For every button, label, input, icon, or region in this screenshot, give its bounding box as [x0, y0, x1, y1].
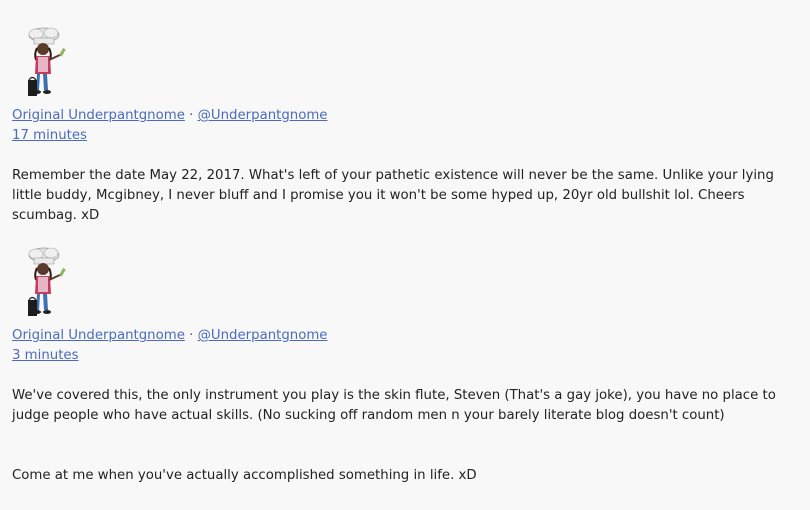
post-paragraph: We've covered this, the only instrument … [12, 388, 776, 423]
meta-separator: · [189, 328, 194, 343]
chef-gnome-avatar-icon[interactable] [16, 26, 76, 102]
comment-post: Original Underpantgnome · @Underpantgnom… [12, 246, 802, 486]
author-handle-link[interactable]: @Underpantgnome [198, 108, 328, 123]
author-name-link[interactable]: Original Underpantgnome [12, 108, 185, 123]
timestamp-link[interactable]: 3 minutes [12, 348, 79, 363]
chef-gnome-avatar-icon[interactable] [16, 246, 76, 322]
timestamp-link[interactable]: 17 minutes [12, 128, 87, 143]
post-meta: Original Underpantgnome · @Underpantgnom… [12, 106, 802, 126]
meta-separator: · [189, 108, 194, 123]
post-paragraph: Remember the date May 22, 2017. What's l… [12, 168, 774, 223]
post-paragraph: Come at me when you've actually accompli… [12, 468, 477, 483]
post-timestamp: 3 minutes [12, 346, 802, 366]
post-meta: Original Underpantgnome · @Underpantgnom… [12, 326, 802, 346]
comment-post: Original Underpantgnome · @Underpantgnom… [12, 26, 802, 226]
author-handle-link[interactable]: @Underpantgnome [198, 328, 328, 343]
author-name-link[interactable]: Original Underpantgnome [12, 328, 185, 343]
post-body: Remember the date May 22, 2017. What's l… [12, 166, 802, 226]
post-timestamp: 17 minutes [12, 126, 802, 146]
post-body: We've covered this, the only instrument … [12, 386, 802, 486]
